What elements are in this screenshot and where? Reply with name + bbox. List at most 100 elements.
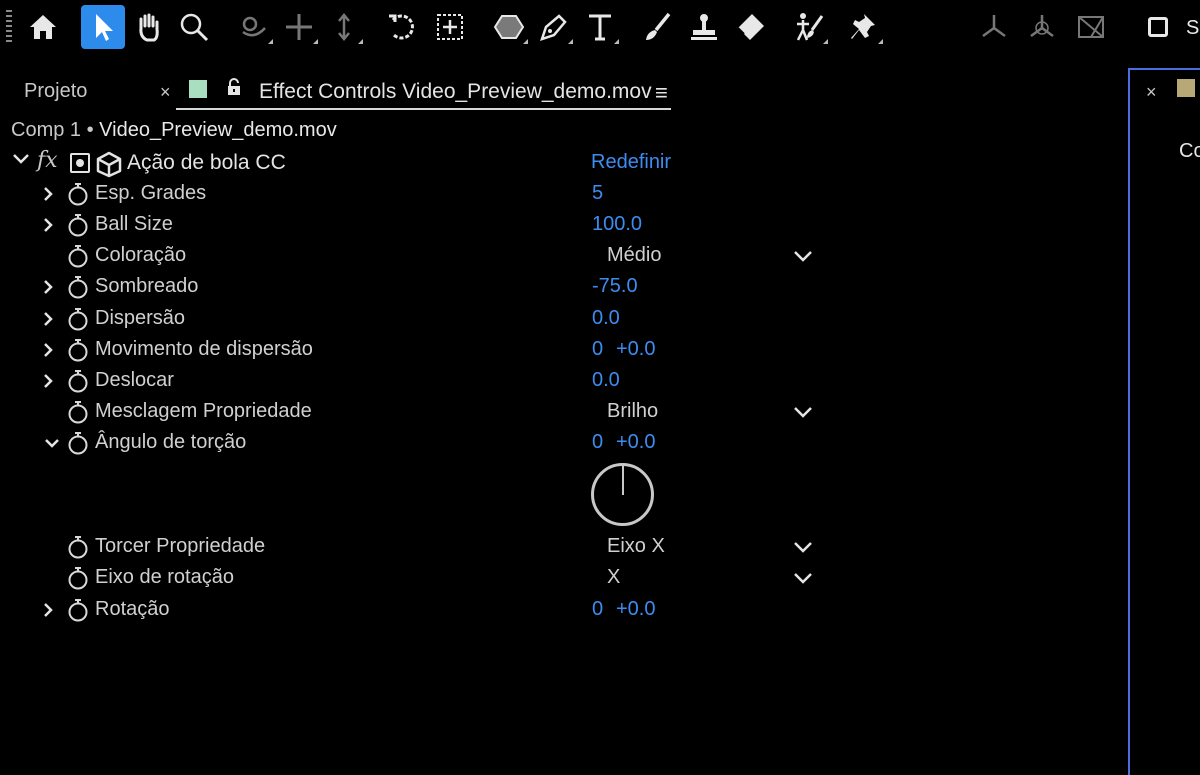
chevron-right-icon[interactable] <box>40 373 56 389</box>
dolly-camera-button[interactable] <box>323 6 365 48</box>
layer-name: Video_Preview_demo.mov <box>99 119 337 141</box>
stopwatch-icon[interactable] <box>67 535 89 559</box>
local-axis-button[interactable] <box>973 6 1015 48</box>
local-axis-icon <box>982 15 1006 38</box>
property-value-secondary[interactable]: +0.0 <box>616 338 655 361</box>
stopwatch-icon[interactable] <box>67 431 89 455</box>
orbit-camera-icon <box>242 16 266 37</box>
property-name: Esp. Grades <box>95 182 207 204</box>
chevron-down-icon[interactable] <box>792 570 814 586</box>
property-value-secondary[interactable]: +0.0 <box>616 598 655 621</box>
stopwatch-icon[interactable] <box>67 369 89 393</box>
tab-projeto[interactable]: Projeto <box>24 80 87 103</box>
property-value-secondary[interactable]: +0.0 <box>616 431 655 454</box>
property-name: Sombreado <box>95 275 199 297</box>
pan-camera-icon <box>286 14 312 40</box>
brush-tool-button[interactable] <box>637 6 679 48</box>
property-row: Ângulo de torção 0 +0.0 <box>0 429 1100 459</box>
stopwatch-icon[interactable] <box>67 213 89 237</box>
rotation-tool-button[interactable] <box>381 6 423 48</box>
property-dropdown[interactable]: Brilho <box>607 400 658 423</box>
puppet-pin-button[interactable] <box>843 6 885 48</box>
property-value[interactable]: 100.0 <box>592 213 642 236</box>
property-row: Deslocar 0.0 <box>0 367 1100 397</box>
hand-tool-icon <box>139 13 159 42</box>
pan-camera-button[interactable] <box>278 6 320 48</box>
toolbar-grip[interactable] <box>6 10 12 44</box>
chevron-right-icon[interactable] <box>40 311 56 327</box>
property-value[interactable]: 5 <box>592 182 603 205</box>
roto-brush-button[interactable] <box>788 6 830 48</box>
tab-close-icon[interactable]: × <box>160 82 171 103</box>
tab-effect-controls[interactable]: Effect Controls Video_Preview_demo.mov <box>259 80 652 104</box>
stopwatch-icon[interactable] <box>67 566 89 590</box>
property-dropdown[interactable]: X <box>607 566 620 589</box>
hand-tool-button[interactable] <box>128 6 170 48</box>
chevron-down-icon[interactable] <box>12 152 30 171</box>
stopwatch-icon[interactable] <box>67 182 89 206</box>
chevron-right-icon[interactable] <box>40 342 56 358</box>
type-tool-button[interactable] <box>579 6 621 48</box>
snap-checkbox[interactable] <box>1148 17 1168 37</box>
pen-tool-icon <box>540 14 567 41</box>
chevron-down-icon[interactable] <box>44 435 60 451</box>
home-button[interactable] <box>22 6 64 48</box>
cube-3d-icon[interactable] <box>95 150 123 183</box>
zoom-tool-button[interactable] <box>173 6 215 48</box>
property-row: Coloração Médio <box>0 242 1100 272</box>
selection-tool-icon <box>96 14 113 41</box>
property-value[interactable]: -75.0 <box>592 275 638 298</box>
stopwatch-icon[interactable] <box>67 598 89 622</box>
property-value[interactable]: 0.0 <box>592 307 620 330</box>
stopwatch-icon[interactable] <box>67 307 89 331</box>
chevron-down-icon[interactable] <box>792 539 814 555</box>
stopwatch-icon[interactable] <box>67 275 89 299</box>
eraser-tool-button[interactable] <box>729 6 771 48</box>
chevron-right-icon[interactable] <box>40 602 56 618</box>
clone-stamp-button[interactable] <box>683 6 725 48</box>
reset-button[interactable]: Redefinir <box>591 151 671 174</box>
right-panel-color-swatch <box>1177 79 1195 97</box>
selection-tool-button[interactable] <box>81 5 125 49</box>
effect-name: Ação de bola CC <box>127 151 286 174</box>
angle-dial[interactable] <box>591 463 654 526</box>
property-row: Dispersão 0.0 <box>0 305 1100 335</box>
property-name: Torcer Propriedade <box>95 535 266 557</box>
stopwatch-icon[interactable] <box>67 244 89 268</box>
property-value[interactable]: 0.0 <box>592 369 620 392</box>
world-axis-icon <box>1030 15 1054 38</box>
fx-toggle[interactable]: fx <box>37 148 58 173</box>
chevron-right-icon[interactable] <box>40 186 56 202</box>
chevron-down-icon[interactable] <box>792 248 814 264</box>
stopwatch-icon[interactable] <box>67 400 89 424</box>
property-name: Eixo de rotação <box>95 566 234 588</box>
lock-icon[interactable] <box>226 78 242 101</box>
property-row: Eixo de rotação X <box>0 564 1100 594</box>
stopwatch-icon[interactable] <box>67 338 89 362</box>
world-axis-button[interactable] <box>1021 6 1063 48</box>
property-value[interactable]: 0 <box>592 338 603 361</box>
pan-behind-icon <box>437 14 463 40</box>
property-name: Ângulo de torção <box>95 431 247 453</box>
property-value[interactable]: 0 <box>592 598 603 621</box>
property-dropdown[interactable]: Eixo X <box>607 535 665 558</box>
pen-tool-button[interactable] <box>533 6 575 48</box>
shape-tool-button[interactable] <box>488 6 530 48</box>
puppet-pin-icon <box>851 14 875 39</box>
panel-menu-icon[interactable]: ≡ <box>655 80 668 106</box>
right-panel-close-icon[interactable]: × <box>1146 82 1157 103</box>
chevron-down-icon[interactable] <box>792 404 814 420</box>
chevron-right-icon[interactable] <box>40 217 56 233</box>
orbit-camera-button[interactable] <box>233 6 275 48</box>
property-name: Deslocar <box>95 369 174 391</box>
chevron-right-icon[interactable] <box>40 279 56 295</box>
property-name: Movimento de dispersão <box>95 338 313 360</box>
property-row: Rotação 0 +0.0 <box>0 596 1100 626</box>
view-axis-button[interactable] <box>1070 6 1112 48</box>
property-value[interactable]: 0 <box>592 431 603 454</box>
toolbar: Sn <box>0 0 1200 58</box>
property-dropdown[interactable]: Médio <box>607 244 661 267</box>
pan-behind-button[interactable] <box>429 6 471 48</box>
effect-target-icon[interactable] <box>70 153 90 173</box>
property-row: Sombreado -75.0 <box>0 273 1100 303</box>
